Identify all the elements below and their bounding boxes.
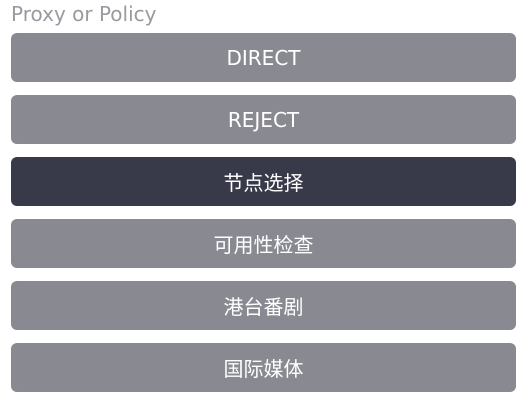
- policy-option-intl-media[interactable]: 国际媒体: [11, 343, 516, 392]
- policy-option-availability-check[interactable]: 可用性检查: [11, 219, 516, 268]
- policy-option-label: 可用性检查: [213, 233, 314, 257]
- section-title: Proxy or Policy: [11, 2, 157, 26]
- policy-option-label: 国际媒体: [223, 357, 304, 381]
- policy-options-list: DIRECT REJECT 节点选择 可用性检查 港台番剧 国际媒体: [11, 33, 516, 392]
- policy-option-hk-tw-anime[interactable]: 港台番剧: [11, 281, 516, 330]
- proxy-policy-section: Proxy or Policy DIRECT REJECT 节点选择 可用性检查…: [0, 0, 528, 403]
- policy-option-label: REJECT: [227, 107, 300, 132]
- policy-option-reject[interactable]: REJECT: [11, 95, 516, 144]
- policy-option-direct[interactable]: DIRECT: [11, 33, 516, 82]
- policy-option-label: 港台番剧: [223, 295, 304, 319]
- policy-option-node-select[interactable]: 节点选择: [11, 157, 516, 206]
- policy-option-label: 节点选择: [223, 171, 304, 195]
- policy-option-label: DIRECT: [226, 45, 301, 70]
